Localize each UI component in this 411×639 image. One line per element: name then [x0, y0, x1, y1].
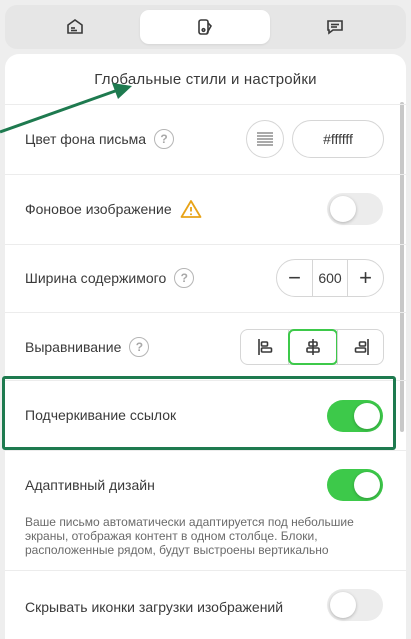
setting-row-alignment: Выравнивание ?: [5, 312, 406, 380]
bg-color-swatch-button[interactable]: [246, 120, 284, 158]
alignment-segmented-control: [240, 329, 384, 365]
toggle-knob: [330, 196, 356, 222]
content-width-value[interactable]: 600: [313, 260, 347, 296]
setting-row-responsive: Адаптивный дизайн Ваше письмо автоматиче…: [5, 450, 406, 570]
warning-icon[interactable]: [180, 199, 202, 219]
hide-image-icons-label: Скрывать иконки загрузки изображений: [25, 599, 284, 615]
help-icon[interactable]: ?: [129, 337, 150, 357]
help-icon[interactable]: ?: [174, 268, 195, 288]
bg-image-label-group: Фоновое изображение: [25, 199, 202, 219]
toggle-knob: [354, 472, 380, 498]
hide-image-icons-toggle[interactable]: [327, 589, 383, 621]
annotation-arrow-icon: [0, 83, 132, 134]
decrement-button[interactable]: −: [277, 260, 313, 296]
bg-color-hex-input[interactable]: #ffffff: [292, 120, 384, 158]
color-lines-icon: [257, 132, 273, 146]
responsive-description: Ваше письмо автоматически адаптируется п…: [25, 515, 354, 557]
panel-tab-bar: [5, 5, 406, 49]
tab-styles[interactable]: [140, 10, 270, 44]
help-icon[interactable]: ?: [154, 129, 175, 149]
toggle-knob: [330, 592, 356, 618]
content-width-label-group: Ширина содержимого ?: [25, 268, 195, 288]
responsive-label: Адаптивный дизайн: [25, 477, 155, 493]
setting-row-content-width: Ширина содержимого ? − 600 +: [5, 244, 406, 312]
global-styles-panel: Глобальные стили и настройки Цвет фона п…: [5, 54, 406, 639]
content-width-label: Ширина содержимого: [25, 270, 167, 286]
increment-button[interactable]: +: [347, 260, 383, 296]
align-right-button[interactable]: [337, 330, 385, 364]
alignment-label: Выравнивание: [25, 339, 122, 355]
align-left-icon: [257, 339, 272, 355]
tab-content[interactable]: [10, 10, 140, 44]
align-right-icon: [354, 339, 369, 355]
bg-image-label: Фоновое изображение: [25, 201, 172, 217]
setting-row-hide-image-icons: Скрывать иконки загрузки изображений: [5, 570, 406, 639]
responsive-label-group: Адаптивный дизайн: [25, 477, 155, 493]
email-template-icon: [67, 19, 83, 34]
responsive-toggle[interactable]: [327, 469, 383, 501]
content-width-stepper: − 600 +: [276, 259, 384, 297]
align-center-icon: [306, 339, 320, 355]
align-left-button[interactable]: [241, 330, 289, 364]
styles-paint-icon: [198, 19, 212, 35]
tab-comments[interactable]: [270, 10, 400, 44]
setting-row-bg-image: Фоновое изображение: [5, 174, 406, 244]
align-center-button[interactable]: [288, 329, 338, 365]
alignment-label-group: Выравнивание ?: [25, 337, 150, 357]
bg-image-toggle[interactable]: [327, 193, 383, 225]
annotation-highlight-box: [2, 376, 396, 450]
hide-image-icons-label-group: Скрывать иконки загрузки изображений: [25, 599, 283, 615]
comment-icon: [327, 20, 343, 35]
